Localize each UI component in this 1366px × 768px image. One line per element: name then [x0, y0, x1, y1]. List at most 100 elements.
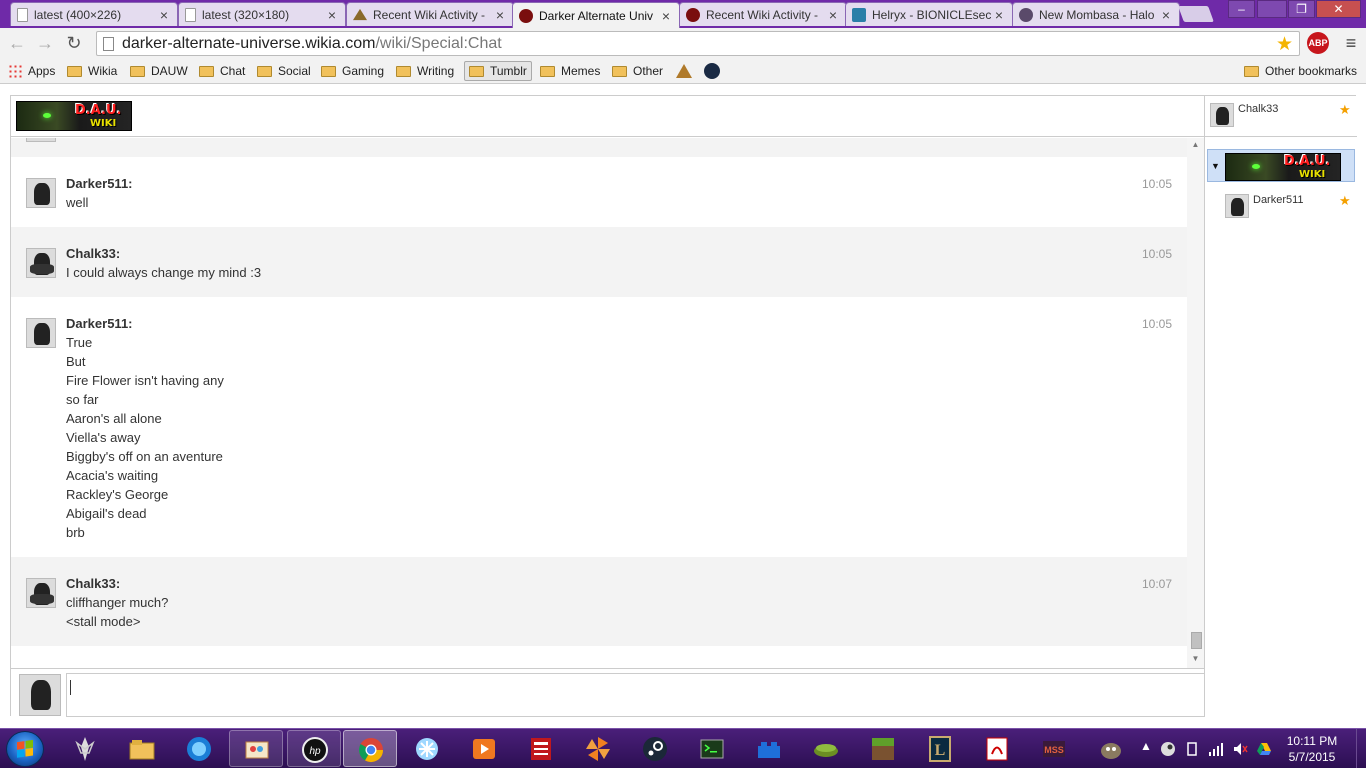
new-tab-button[interactable] — [1178, 6, 1214, 22]
network-signal-icon[interactable] — [1208, 741, 1224, 757]
bookmark-folder[interactable]: DAUW — [130, 61, 188, 81]
close-window-button[interactable]: ✕ — [1316, 0, 1361, 18]
bookmark-folder[interactable]: Wikia — [67, 61, 117, 81]
steam-tray-icon[interactable] — [1160, 741, 1176, 757]
device-tray-icon[interactable] — [1184, 741, 1200, 757]
message-line: so far — [66, 392, 99, 407]
google-drive-icon[interactable] — [1256, 741, 1272, 757]
system-clock[interactable]: 10:11 PM 5/7/2015 — [1272, 733, 1352, 765]
close-icon[interactable]: × — [1159, 7, 1173, 23]
bookmark-folder[interactable]: Writing — [396, 61, 454, 81]
taskbar-app[interactable] — [400, 730, 454, 767]
bookmark-folder[interactable]: Gaming — [321, 61, 384, 81]
message-username[interactable]: Darker511: — [66, 176, 133, 191]
taskbar-app[interactable] — [970, 730, 1024, 767]
browser-tab[interactable]: latest (320×180) × — [178, 2, 346, 26]
chat-message-input[interactable] — [66, 673, 1204, 717]
taskbar-app[interactable] — [514, 730, 568, 767]
show-desktop-button[interactable] — [1356, 729, 1366, 768]
taskbar-app[interactable] — [343, 730, 397, 767]
bookmark-folder[interactable]: Other — [612, 61, 663, 81]
maximize-button[interactable]: ❐ — [1288, 0, 1315, 18]
forward-button[interactable]: → — [34, 32, 56, 54]
taskbar-app[interactable] — [1084, 730, 1138, 767]
browser-tab[interactable]: Recent Wiki Activity - × — [679, 2, 847, 26]
scroll-up-icon[interactable]: ▲ — [1187, 138, 1204, 152]
message-line: Rackley's George — [66, 487, 169, 502]
taskbar-app[interactable]: MSS — [1027, 730, 1081, 767]
reload-button[interactable]: ↻ — [63, 32, 85, 54]
minimize-button[interactable]: – — [1228, 0, 1255, 18]
message-body: I could always change my mind :3 — [66, 263, 261, 282]
taskbar-app[interactable]: hp — [287, 730, 341, 767]
browser-tab[interactable]: latest (400×226) × — [10, 2, 178, 26]
taskbar-app[interactable] — [457, 730, 511, 767]
message-time: 10:07 — [1141, 577, 1172, 591]
bookmark-apps[interactable]: Apps — [8, 61, 55, 81]
message-line: I could always change my mind :3 — [66, 265, 262, 280]
close-icon[interactable]: × — [992, 7, 1006, 23]
taskbar-app[interactable] — [58, 730, 112, 767]
other-bookmarks[interactable]: Other bookmarks — [1244, 61, 1357, 81]
close-icon[interactable]: × — [157, 7, 171, 23]
bookmark-bionicle[interactable] — [676, 61, 692, 81]
avatar[interactable] — [26, 178, 56, 208]
user-list-sidebar: Chalk33 ★ ▼ D.A.U. WIKI Darker511 ★ — [1204, 96, 1357, 717]
chat-scrollbar[interactable]: ▲ ▼ — [1187, 138, 1204, 668]
close-icon[interactable]: × — [325, 7, 339, 23]
close-icon[interactable]: × — [659, 8, 673, 24]
bookmark-star-icon[interactable]: ★ — [1276, 33, 1293, 56]
taskbar-app[interactable]: L — [913, 730, 967, 767]
windows-logo-icon — [17, 739, 33, 759]
bookmark-helmet[interactable] — [704, 61, 720, 81]
svg-text:MSS: MSS — [1044, 745, 1064, 755]
message-username[interactable]: Darker511: — [66, 316, 133, 331]
bookmark-folder[interactable]: Social — [257, 61, 311, 81]
taskbar-app[interactable] — [229, 730, 283, 767]
collapse-arrow-icon[interactable]: ▼ — [1211, 161, 1220, 171]
close-icon[interactable]: × — [826, 7, 840, 23]
bookmark-folder[interactable]: Chat — [199, 61, 245, 81]
show-hidden-icons[interactable]: ▲ — [1140, 739, 1152, 753]
paint-icon — [245, 741, 269, 759]
taskbar-app[interactable] — [742, 730, 796, 767]
start-button[interactable] — [6, 731, 44, 767]
user-switch-button[interactable] — [1257, 0, 1287, 18]
message-username[interactable]: Chalk33: — [66, 576, 120, 591]
taskbar-app[interactable] — [799, 730, 853, 767]
message-line: Fire Flower isn't having any — [66, 373, 224, 388]
taskbar-app[interactable] — [628, 730, 682, 767]
bookmark-folder[interactable]: Memes — [540, 61, 600, 81]
room-header[interactable]: ▼ D.A.U. WIKI — [1207, 149, 1355, 182]
avatar[interactable] — [26, 318, 56, 348]
minecraft-icon — [872, 738, 894, 760]
taskbar-app[interactable] — [172, 730, 226, 767]
scroll-down-icon[interactable]: ▼ — [1187, 652, 1204, 666]
taskbar-app[interactable] — [115, 730, 169, 767]
avatar — [19, 674, 61, 716]
avatar[interactable] — [26, 248, 56, 278]
taskbar-app[interactable] — [856, 730, 910, 767]
current-user[interactable]: Chalk33 ★ — [1205, 96, 1357, 137]
browser-tab[interactable]: New Mombasa - Halo × — [1012, 2, 1180, 26]
bookmark-folder[interactable]: Tumblr — [464, 61, 532, 81]
taskbar-app[interactable] — [685, 730, 739, 767]
close-icon[interactable]: × — [493, 7, 507, 23]
adblock-plus-icon[interactable]: ABP — [1307, 32, 1329, 54]
dau-wiki-icon — [686, 7, 700, 22]
message-line: Aaron's all alone — [66, 411, 162, 426]
message-line: <stall mode> — [66, 614, 141, 629]
wiki-logo[interactable]: D.A.U. WIKI — [16, 101, 132, 131]
back-button[interactable]: ← — [6, 32, 28, 54]
message-username[interactable]: Chalk33: — [66, 246, 120, 261]
scrollbar-thumb[interactable] — [1191, 632, 1202, 649]
terminal-icon — [700, 739, 724, 759]
avatar[interactable] — [26, 578, 56, 608]
address-bar[interactable]: darker-alternate-universe.wikia.com/wiki… — [96, 31, 1300, 56]
browser-tab[interactable]: Helryx - BIONICLEsec × — [845, 2, 1013, 26]
browser-tab-active[interactable]: Darker Alternate Univ × — [512, 2, 680, 28]
browser-tab[interactable]: Recent Wiki Activity - × — [346, 2, 514, 26]
chrome-menu-icon[interactable]: ≡ — [1340, 32, 1362, 54]
taskbar-app[interactable] — [571, 730, 625, 767]
volume-icon[interactable] — [1232, 741, 1248, 757]
